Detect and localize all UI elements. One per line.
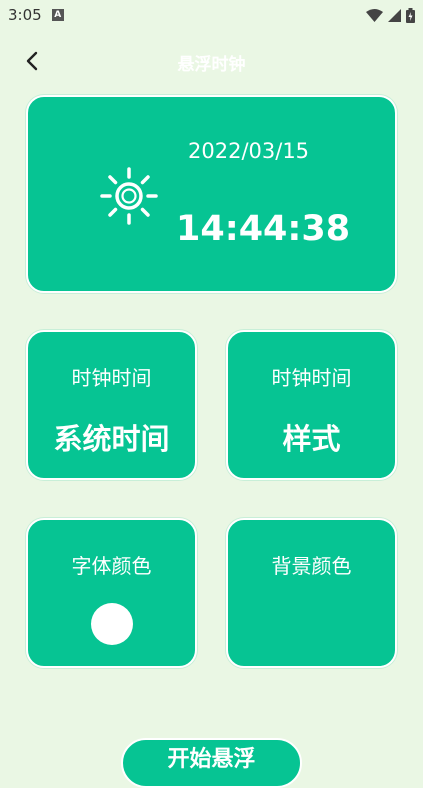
clock-style-label: 时钟时间 xyxy=(271,366,352,390)
clock-style-card[interactable]: 时钟时间 样式 xyxy=(226,330,397,480)
font-color-label: 字体颜色 xyxy=(71,554,152,578)
background-color-card[interactable]: 背景颜色 xyxy=(226,518,397,668)
font-color-card[interactable]: 字体颜色 xyxy=(26,518,197,668)
clock-style-value: 样式 xyxy=(282,422,341,456)
time-source-label: 时钟时间 xyxy=(71,366,152,390)
clock-time: 14:44:38 xyxy=(176,209,351,249)
time-source-card[interactable]: 时钟时间 系统时间 xyxy=(26,330,197,480)
signal-icon xyxy=(388,8,401,22)
status-icons xyxy=(366,7,415,23)
time-source-value: 系统时间 xyxy=(53,422,170,456)
notification-icon: A xyxy=(51,9,64,21)
page-title: 悬浮时钟 xyxy=(177,55,246,75)
background-color-label: 背景颜色 xyxy=(271,554,352,578)
start-floating-button[interactable]: 开始悬浮 xyxy=(121,738,302,788)
status-bar: 3:05 A xyxy=(0,0,423,30)
battery-icon xyxy=(406,7,415,23)
clock-preview-card: 2022/03/15 14:44:38 xyxy=(26,95,397,293)
clock-date: 2022/03/15 xyxy=(188,139,310,163)
status-time: 3:05 xyxy=(8,6,42,24)
font-color-swatch xyxy=(91,603,133,645)
wifi-icon xyxy=(366,8,383,22)
header: 悬浮时钟 xyxy=(0,40,423,82)
sun-icon xyxy=(100,167,158,225)
